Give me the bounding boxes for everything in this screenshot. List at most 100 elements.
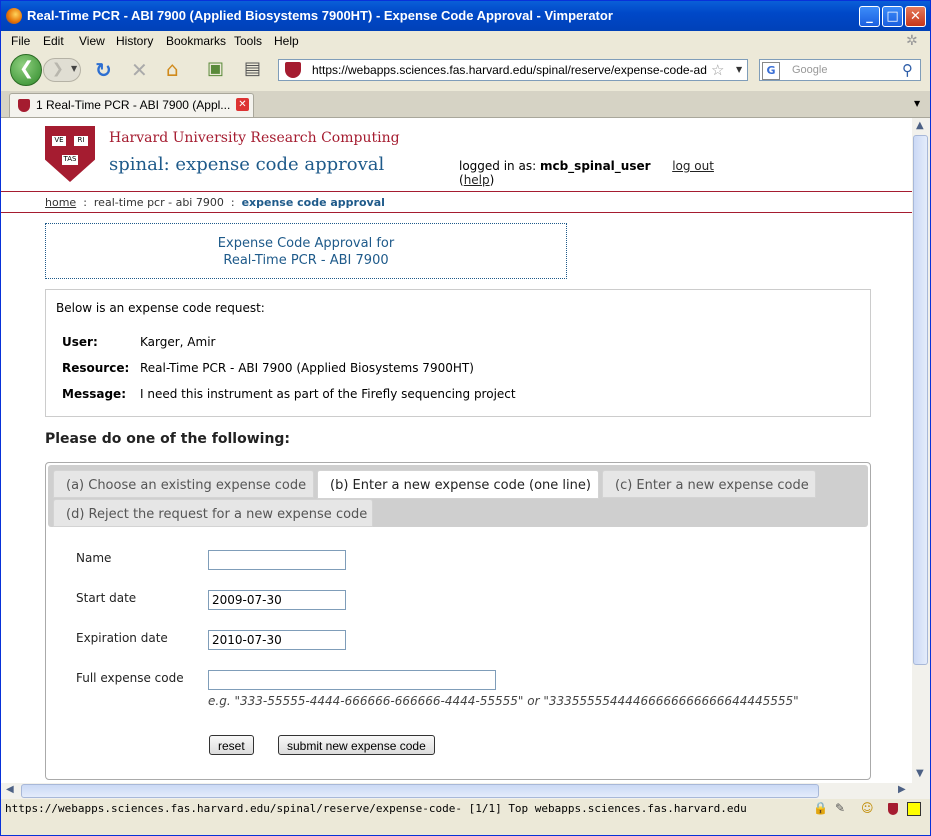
stop-icon[interactable]: ✕ <box>131 58 148 82</box>
page-content: VE RI TAS Harvard University Research Co… <box>1 118 912 783</box>
vertical-scrollbar[interactable]: ▲ ▼ <box>912 118 930 783</box>
start-date-input[interactable] <box>208 590 346 610</box>
crest-book-ri: RI <box>74 136 88 146</box>
menu-history[interactable]: History <box>116 34 153 48</box>
approval-title-line2: Real-Time PCR - ABI 7900 <box>223 253 389 268</box>
browser-tab[interactable]: 1 Real-Time PCR - ABI 7900 (Appl... ✕ <box>9 93 254 117</box>
org-name: Harvard University Research Computing <box>109 130 400 146</box>
maximize-button[interactable]: □ <box>882 6 903 27</box>
home-icon[interactable]: ⌂ <box>166 57 179 81</box>
scroll-up-icon[interactable]: ▲ <box>916 120 924 131</box>
name-label: Name <box>76 551 112 565</box>
bookmark-star-icon[interactable]: ☆ <box>711 61 724 79</box>
tab-close-icon[interactable]: ✕ <box>236 98 249 111</box>
vertical-scroll-thumb[interactable] <box>913 135 928 665</box>
scroll-down-icon[interactable]: ▼ <box>916 768 924 779</box>
menu-view[interactable]: View <box>79 34 105 48</box>
tab-list-icon[interactable]: ▼ <box>914 99 920 108</box>
login-info: logged in as: mcb_spinal_user log out (h… <box>459 159 714 187</box>
title-bar: Real-Time PCR - ABI 7900 (Applied Biosys… <box>1 1 930 31</box>
new-tab-icon[interactable]: ▣ <box>207 58 224 79</box>
message-label: Message: <box>62 387 126 401</box>
instructions-heading: Please do one of the following: <box>45 431 291 447</box>
submit-button[interactable]: submit new expense code <box>278 735 435 755</box>
window-title: Real-Time PCR - ABI 7900 (Applied Biosys… <box>27 8 613 23</box>
username: mcb_spinal_user <box>539 159 651 173</box>
breadcrumb-divider <box>1 212 912 213</box>
firefox-icon <box>6 8 22 24</box>
options-tab-header: (a) Choose an existing expense code (b) … <box>48 465 868 527</box>
expiration-date-input[interactable] <box>208 630 346 650</box>
site-favicon-icon <box>285 62 301 78</box>
crest-book-tas: TAS <box>62 155 78 165</box>
full-code-input[interactable] <box>208 670 496 690</box>
tab-enter-one-line[interactable]: (b) Enter a new expense code (one line) <box>317 470 599 499</box>
user-label: User: <box>62 335 98 349</box>
forward-button[interactable]: ❯ ▼ <box>43 58 81 82</box>
resource-label: Resource: <box>62 361 130 375</box>
breadcrumb-sep: : <box>83 196 87 209</box>
tab-reject-request[interactable]: (d) Reject the request for a new expense… <box>53 499 373 527</box>
minimize-button[interactable]: _ <box>859 6 880 27</box>
status-text: https://webapps.sciences.fas.harvard.edu… <box>5 802 747 815</box>
message-value: I need this instrument as part of the Fi… <box>140 387 516 401</box>
menu-help[interactable]: Help <box>274 34 299 48</box>
start-date-label: Start date <box>76 591 137 605</box>
approval-title-box: Expense Code Approval for Real-Time PCR … <box>45 223 567 279</box>
url-dropdown-icon[interactable]: ▼ <box>736 65 742 74</box>
back-arrow-icon: ❮ <box>19 58 35 79</box>
reload-icon[interactable]: ↻ <box>95 58 112 82</box>
scroll-right-icon[interactable]: ▶ <box>898 784 906 795</box>
horizontal-scrollbar[interactable]: ◀ ▶ <box>1 783 930 799</box>
breadcrumb-home[interactable]: home <box>45 196 76 209</box>
status-bar: https://webapps.sciences.fas.harvard.edu… <box>1 799 930 835</box>
full-code-label: Full expense code <box>76 671 184 685</box>
app-title: spinal: expense code approval <box>109 154 385 175</box>
addon-icon: ✎ <box>835 801 846 815</box>
browser-window: Real-Time PCR - ABI 7900 (Applied Biosys… <box>0 0 931 836</box>
scroll-left-icon[interactable]: ◀ <box>6 784 14 795</box>
resource-value: Real-Time PCR - ABI 7900 (Applied Biosys… <box>140 361 474 375</box>
request-lead: Below is an expense code request: <box>56 301 265 315</box>
tab-enter-new[interactable]: (c) Enter a new expense code <box>602 470 816 498</box>
search-icon[interactable]: ⚲ <box>902 61 913 79</box>
close-button[interactable]: ✕ <box>905 6 926 27</box>
tab-label: 1 Real-Time PCR - ABI 7900 (Appl... <box>36 98 231 112</box>
expiration-date-label: Expiration date <box>76 631 168 645</box>
breadcrumb-sep: : <box>230 196 235 209</box>
smiley-icon: ☺ <box>861 801 874 815</box>
search-placeholder: Google <box>792 64 828 76</box>
approval-title-line1: Expense Code Approval for <box>217 236 395 251</box>
horizontal-scroll-thumb[interactable] <box>21 784 819 798</box>
menu-bar: File Edit View History Bookmarks Tools H… <box>1 31 930 51</box>
breadcrumb: home : real-time pcr - abi 7900 : expens… <box>45 196 385 209</box>
notes-icon <box>907 802 921 816</box>
menu-bookmarks[interactable]: Bookmarks <box>166 34 226 48</box>
menu-tools[interactable]: Tools <box>234 34 262 48</box>
back-button[interactable]: ❮ <box>10 54 42 86</box>
url-bar[interactable]: https://webapps.sciences.fas.harvard.edu… <box>278 59 748 81</box>
search-box[interactable]: G Google ⚲ <box>759 59 921 81</box>
logged-in-label: logged in as: <box>459 159 537 173</box>
search-engine-icon[interactable]: G <box>762 62 780 80</box>
harvard-shield-logo: VE RI TAS <box>45 126 95 182</box>
tab-bar: 1 Real-Time PCR - ABI 7900 (Appl... ✕ ▼ <box>1 91 930 118</box>
name-input[interactable] <box>208 550 346 570</box>
shield-status-icon <box>888 803 898 815</box>
full-code-hint: e.g. "333-55555-4444-666666-666666-4444-… <box>208 694 799 708</box>
tab-choose-existing[interactable]: (a) Choose an existing expense code <box>53 470 314 498</box>
print-icon[interactable]: ▤ <box>244 58 261 79</box>
crest-book-ve: VE <box>52 136 66 146</box>
help-link[interactable]: help <box>464 173 490 187</box>
menu-edit[interactable]: Edit <box>43 34 64 48</box>
chevron-down-icon: ▼ <box>71 64 78 73</box>
throbber-icon: ✲ <box>906 32 918 48</box>
reset-button[interactable]: reset <box>209 735 254 755</box>
lock-icon: 🔒 <box>813 801 828 815</box>
help-close-paren: ) <box>489 173 495 187</box>
logout-link[interactable]: log out <box>672 159 714 173</box>
header-divider <box>1 191 912 192</box>
menu-file[interactable]: File <box>11 34 30 48</box>
options-tabs: (a) Choose an existing expense code (b) … <box>45 462 871 780</box>
url-text[interactable]: https://webapps.sciences.fas.harvard.edu… <box>312 63 707 77</box>
